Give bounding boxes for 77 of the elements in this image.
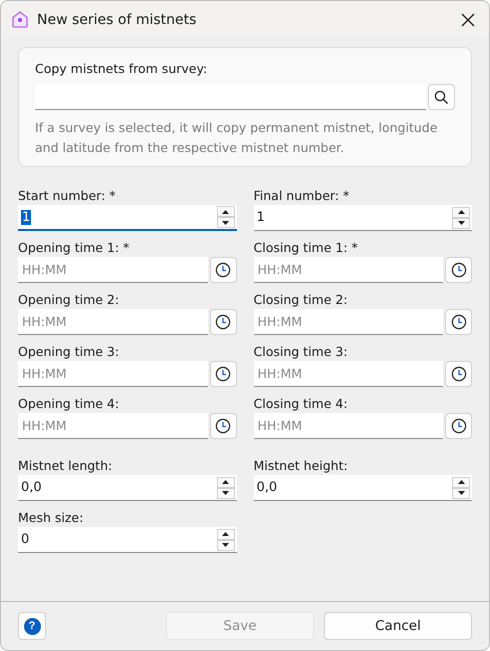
up-triangle-icon [458,210,464,214]
down-triangle-icon [222,543,229,547]
decrement-button[interactable] [216,540,234,550]
time-picker-button[interactable] [445,361,472,387]
increment-button[interactable] [216,528,234,540]
time-field[interactable]: HH:MM [254,361,443,387]
clock-icon [215,262,231,278]
field-label: Final number: * [254,187,350,205]
clock-icon [215,366,231,382]
field-value: 0,0 [256,480,278,495]
hint-text: If a survey is selected, it will copy permanent mistnet, longitude and latitude from the respective mistnet number. [35,119,438,157]
decrement-button[interactable] [216,488,234,498]
field-label: Mistnet height: [254,457,349,475]
clock-icon [450,366,466,382]
clock-icon [450,314,466,330]
field-value: 1 [256,210,266,225]
close-icon[interactable] [461,12,475,26]
field-value: 0,0 [21,480,43,495]
help-button[interactable]: ? [18,612,46,640]
field-label: Closing time 1: * [254,239,359,257]
clock-icon [215,418,231,434]
search-icon [434,90,449,104]
increment-button[interactable] [452,476,470,488]
field-label: Closing time 4: [254,395,349,413]
time-picker-button[interactable] [210,257,236,283]
time-picker-button[interactable] [210,361,236,387]
window-title: New series of mistnets [37,12,198,28]
field-label: Opening time 1: * [18,239,130,257]
number-field[interactable]: 0,0 [18,475,236,501]
up-triangle-icon [222,210,229,214]
time-picker-button[interactable] [445,413,472,439]
field-label: Mesh size: [18,509,84,527]
number-field[interactable]: 0 [18,527,236,553]
increment-button[interactable] [216,476,234,488]
number-field[interactable]: 1 [254,205,472,231]
decrement-button[interactable] [452,218,470,228]
time-field[interactable]: HH:MM [18,361,208,387]
survey-field[interactable] [35,84,426,110]
cancel-button[interactable]: Cancel [324,612,472,640]
decrement-button[interactable] [452,488,470,498]
decrement-button[interactable] [216,217,234,228]
time-field[interactable]: HH:MM [254,257,443,283]
up-triangle-icon [222,532,229,536]
field-label: Copy mistnets from survey: [35,60,208,78]
number-field[interactable]: 0,0 [254,475,472,501]
increment-button[interactable] [452,206,470,218]
number-field[interactable]: 1 [18,205,236,231]
field-label: Closing time 2: [254,291,349,309]
house-icon [11,10,29,29]
clock-icon [450,262,466,278]
time-field[interactable]: HH:MM [18,413,208,439]
time-picker-button[interactable] [210,309,236,335]
down-triangle-icon [458,491,464,495]
search-button[interactable] [428,84,455,110]
time-field[interactable]: HH:MM [18,257,208,283]
time-field[interactable]: HH:MM [18,309,208,335]
up-triangle-icon [222,480,229,484]
field-value: 1 [21,210,32,224]
time-field[interactable]: HH:MM [254,309,443,335]
time-picker-button[interactable] [210,413,236,439]
time-picker-button[interactable] [445,309,472,335]
field-label: Opening time 3: [18,343,120,361]
field-label: Opening time 2: [18,291,120,309]
up-triangle-icon [458,480,464,484]
time-field[interactable]: HH:MM [254,413,443,439]
increment-button[interactable] [216,206,234,217]
clock-icon [215,314,231,330]
time-picker-button[interactable] [445,257,472,283]
down-triangle-icon [222,491,229,495]
field-label: Opening time 4: [18,395,120,413]
field-value: 0 [21,532,30,547]
down-triangle-icon [458,221,464,225]
down-triangle-icon [222,220,229,224]
clock-icon [450,418,466,434]
field-label: Closing time 3: [254,343,349,361]
field-label: Start number: * [18,187,117,205]
field-label: Mistnet length: [18,457,114,475]
